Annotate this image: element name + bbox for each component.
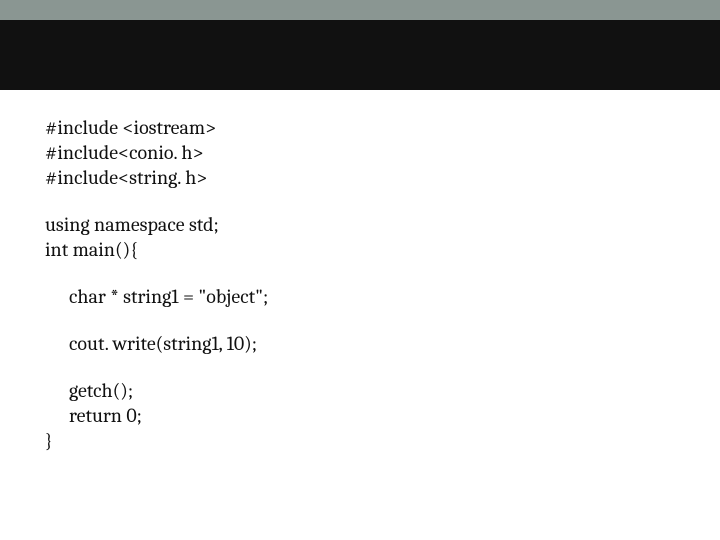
code-line: using namespace std; bbox=[45, 212, 675, 237]
includes-block: #include <iostream> #include<conio. h> #… bbox=[45, 115, 675, 190]
code-line: #include<string. h> bbox=[45, 165, 675, 190]
code-line: return 0; bbox=[45, 403, 675, 428]
code-line: char * string1 = "object"; bbox=[69, 284, 675, 309]
title-bar bbox=[0, 20, 720, 90]
main-decl-block: using namespace std; int main(){ bbox=[45, 212, 675, 262]
code-line: #include<conio. h> bbox=[45, 140, 675, 165]
end-block: getch(); return 0; } bbox=[45, 378, 675, 453]
stmt-block: cout. write(string1, 10); bbox=[45, 331, 675, 356]
code-line: #include <iostream> bbox=[45, 115, 675, 140]
code-line: getch(); bbox=[45, 378, 675, 403]
code-line: } bbox=[45, 428, 675, 453]
code-block: #include <iostream> #include<conio. h> #… bbox=[45, 115, 675, 475]
code-line: cout. write(string1, 10); bbox=[69, 331, 675, 356]
code-line: int main(){ bbox=[45, 237, 675, 262]
stmt-block: char * string1 = "object"; bbox=[45, 284, 675, 309]
slide: #include <iostream> #include<conio. h> #… bbox=[0, 20, 720, 540]
